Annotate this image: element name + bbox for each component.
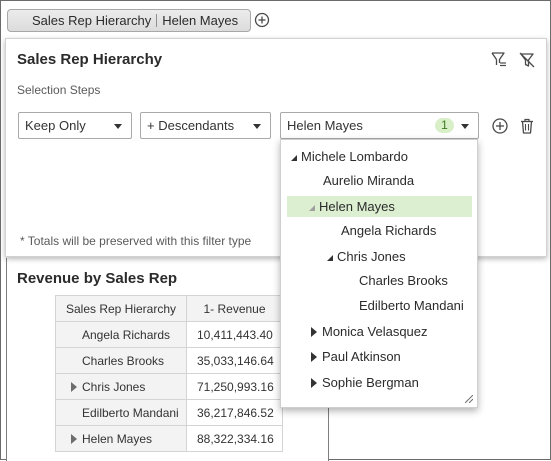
row-label[interactable]: Angela Richards [55, 321, 187, 348]
tree-item-charles-brooks[interactable]: Charles Brooks [359, 270, 448, 291]
table-row: Charles Brooks 35,033,146.64 [55, 347, 283, 374]
filter-pill[interactable]: Sales Rep Hierarchy Helen Mayes [7, 9, 251, 32]
chevron-down-icon [114, 124, 122, 129]
chevron-down-icon [253, 124, 261, 129]
row-label[interactable]: Edilberto Mandani [55, 399, 187, 426]
add-step-icon[interactable] [491, 117, 509, 135]
tree-item-label: Aurelio Miranda [323, 173, 415, 188]
totals-note: * Totals will be preserved with this fil… [20, 234, 252, 248]
member-dropdown[interactable]: Helen Mayes 1 [280, 112, 479, 139]
revenue-cell: 10,411,443.40 [186, 321, 283, 348]
action-dropdown[interactable]: Keep Only [18, 112, 132, 139]
row-label[interactable]: Charles Brooks [55, 347, 187, 374]
tree-item-label: Angela Richards [341, 223, 437, 238]
hierarchy-popup: Michele Lombardo Aurelio Miranda Helen M… [280, 139, 478, 408]
table-row: Angela Richards 10,411,443.40 [55, 321, 283, 348]
pivot-table: Sales Rep Hierarchy 1- Revenue Angela Ri… [55, 295, 283, 452]
revenue-cell: 71,250,993.16 [186, 373, 283, 400]
revenue-cell: 88,322,334.16 [186, 425, 283, 452]
collapse-icon[interactable] [327, 255, 333, 261]
app-frame: Sales Rep Hierarchy Helen Mayes Revenue b… [0, 0, 551, 461]
tree-item-edilberto-mandani[interactable]: Edilberto Mandani [359, 295, 464, 316]
expand-icon[interactable] [311, 327, 317, 337]
column-header-sales-rep[interactable]: Sales Rep Hierarchy [55, 295, 187, 322]
expand-icon[interactable] [311, 352, 317, 362]
filter-clear-icon[interactable] [490, 51, 508, 69]
revenue-cell: 35,033,146.64 [186, 347, 283, 374]
tree-item-label: Michele Lombardo [301, 149, 408, 164]
row-label-text: Charles Brooks [82, 353, 165, 368]
tree-item-label: Sophie Bergman [322, 375, 419, 390]
resize-grip-icon[interactable] [465, 395, 473, 403]
collapse-icon[interactable] [309, 205, 315, 211]
row-label[interactable]: Chris Jones [55, 373, 187, 400]
tree-item-label: Charles Brooks [359, 273, 448, 288]
table-row: Chris Jones 71,250,993.16 [55, 373, 283, 400]
tree-item-label: Edilberto Mandani [359, 298, 464, 313]
tree-item-label: Monica Velasquez [322, 324, 428, 339]
table-row: Edilberto Mandani 36,217,846.52 [55, 399, 283, 426]
relation-dropdown[interactable]: + Descendants [140, 112, 271, 139]
filter-pill-value: Helen Mayes [162, 13, 239, 28]
row-label-text: Chris Jones [82, 379, 146, 394]
filter-pill-separator [156, 14, 158, 27]
chevron-down-icon [461, 124, 469, 129]
column-header-revenue[interactable]: 1- Revenue [186, 295, 283, 322]
revenue-cell: 36,217,846.52 [186, 399, 283, 426]
row-label-text: Helen Mayes [82, 431, 153, 446]
tree-item-label: Chris Jones [337, 249, 406, 264]
row-label-text: Angela Richards [82, 327, 171, 342]
member-dropdown-value: Helen Mayes [287, 118, 363, 133]
table-row: Helen Mayes 88,322,334.16 [55, 425, 283, 452]
tree-item-michele-lombardo[interactable]: Michele Lombardo [291, 146, 408, 167]
row-label[interactable]: Helen Mayes [55, 425, 187, 452]
expand-row-icon[interactable] [71, 434, 77, 444]
collapse-icon[interactable] [291, 155, 297, 161]
expand-icon[interactable] [311, 378, 317, 388]
add-filter-icon[interactable] [254, 12, 270, 28]
row-label-text: Edilberto Mandani [82, 405, 179, 420]
member-count-badge: 1 [435, 118, 454, 133]
tree-item-paul-atkinson[interactable]: Paul Atkinson [311, 346, 401, 367]
action-dropdown-value: Keep Only [25, 118, 86, 133]
filter-pill-dimension: Sales Rep Hierarchy [32, 13, 152, 28]
report-title: Revenue by Sales Rep [17, 270, 178, 287]
tree-item-helen-mayes[interactable]: Helen Mayes [287, 196, 472, 217]
trash-icon[interactable] [518, 117, 536, 135]
tree-item-label: Paul Atkinson [322, 349, 401, 364]
tree-item-chris-jones[interactable]: Chris Jones [327, 246, 406, 267]
filter-panel-title: Sales Rep Hierarchy [17, 51, 163, 68]
tree-item-monica-velasquez[interactable]: Monica Velasquez [311, 321, 428, 342]
expand-row-icon[interactable] [71, 382, 77, 392]
tree-item-aurelio-miranda[interactable]: Aurelio Miranda [323, 170, 414, 191]
filter-remove-icon[interactable] [518, 51, 536, 69]
tree-item-angela-richards[interactable]: Angela Richards [341, 220, 436, 241]
selection-steps-label: Selection Steps [17, 83, 101, 97]
tree-item-label: Helen Mayes [319, 199, 395, 214]
tree-item-sophie-bergman[interactable]: Sophie Bergman [311, 372, 419, 393]
relation-dropdown-value: + Descendants [147, 118, 235, 133]
